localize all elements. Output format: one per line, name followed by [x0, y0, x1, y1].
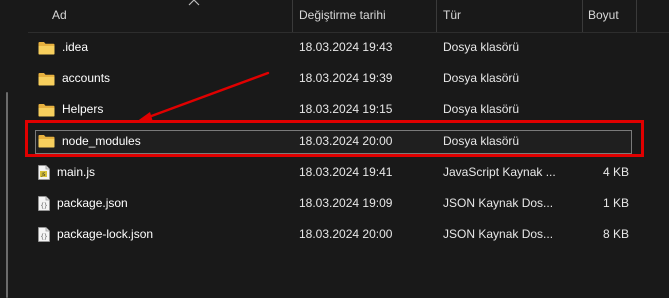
folder-icon — [38, 103, 55, 117]
file-type: Dosya klasörü — [443, 133, 520, 148]
modified-date: 18.03.2024 19:09 — [299, 195, 393, 210]
file-name-cell: .idea — [38, 32, 88, 63]
modified-date: 18.03.2024 19:15 — [299, 102, 393, 117]
folder-icon — [38, 41, 55, 54]
file-type: Dosya klasörü — [443, 71, 520, 86]
file-row[interactable]: accounts 18.03.2024 19:39 Dosya klasörü — [28, 63, 669, 94]
file-name: package-lock.json — [57, 227, 154, 242]
column-divider[interactable] — [582, 0, 583, 32]
column-header-name[interactable]: Ad — [52, 0, 292, 32]
file-name-cell: {} package.json — [38, 188, 128, 219]
column-divider[interactable] — [436, 0, 437, 32]
column-header-date[interactable]: Değiştirme tarihi — [299, 0, 436, 32]
json-file-icon: {} — [38, 227, 50, 243]
folder-icon — [38, 135, 55, 148]
navigation-pane-scrollbar[interactable] — [6, 92, 8, 298]
modified-date: 18.03.2024 19:39 — [299, 71, 393, 86]
file-row[interactable]: node_modules 18.03.2024 20:00 Dosya klas… — [28, 126, 669, 157]
file-name: accounts — [62, 71, 111, 86]
file-type: JSON Kaynak Dos... — [443, 195, 554, 210]
modified-date: 18.03.2024 20:00 — [299, 133, 393, 148]
folder-icon — [38, 72, 55, 86]
file-name-cell: JS main.js — [38, 157, 95, 188]
file-name-cell: accounts — [38, 63, 110, 94]
file-type: Dosya klasörü — [443, 40, 520, 54]
js-file-icon: JS — [38, 164, 50, 180]
file-size: 1 KB — [602, 195, 629, 210]
file-row[interactable]: {} package.json 18.03.2024 19:09 JSON Ka… — [28, 188, 669, 219]
navigation-pane-edge — [0, 0, 28, 298]
modified-date: 18.03.2024 19:41 — [299, 164, 393, 179]
file-type: Dosya klasörü — [443, 102, 520, 117]
column-divider[interactable] — [292, 0, 293, 32]
svg-text:{}: {} — [40, 234, 47, 241]
file-type: JSON Kaynak Dos... — [443, 227, 554, 242]
file-name: Helpers — [62, 102, 104, 117]
file-name: main.js — [57, 164, 96, 179]
svg-text:{}: {} — [40, 202, 47, 209]
file-name: node_modules — [62, 133, 141, 148]
file-type: JavaScript Kaynak ... — [443, 164, 556, 179]
file-row[interactable]: JS main.js 18.03.2024 19:41 JavaScript K… — [28, 157, 669, 188]
column-header-type[interactable]: Tür — [443, 0, 582, 32]
file-name-cell: node_modules — [38, 126, 141, 157]
svg-text:JS: JS — [41, 172, 46, 177]
file-name-cell: Helpers — [38, 94, 103, 125]
column-header-size[interactable]: Boyut — [588, 0, 648, 32]
modified-date: 18.03.2024 20:00 — [299, 227, 393, 242]
file-name: .idea — [62, 40, 89, 54]
column-header-bar: Ad Değiştirme tarihi Tür Boyut — [28, 0, 669, 33]
file-row[interactable]: .idea 18.03.2024 19:43 Dosya klasörü — [28, 32, 669, 63]
file-list: .idea 18.03.2024 19:43 Dosya klasörü acc… — [28, 32, 669, 250]
file-size: 8 KB — [602, 227, 629, 242]
file-size: 4 KB — [602, 164, 629, 179]
file-row[interactable]: {} package-lock.json 18.03.2024 20:00 JS… — [28, 219, 669, 250]
file-name: package.json — [57, 195, 128, 210]
json-file-icon: {} — [38, 196, 50, 211]
file-row[interactable]: Helpers 18.03.2024 19:15 Dosya klasörü — [28, 94, 669, 125]
modified-date: 18.03.2024 19:43 — [299, 40, 393, 54]
column-divider[interactable] — [636, 0, 637, 32]
file-name-cell: {} package-lock.json — [38, 219, 153, 250]
